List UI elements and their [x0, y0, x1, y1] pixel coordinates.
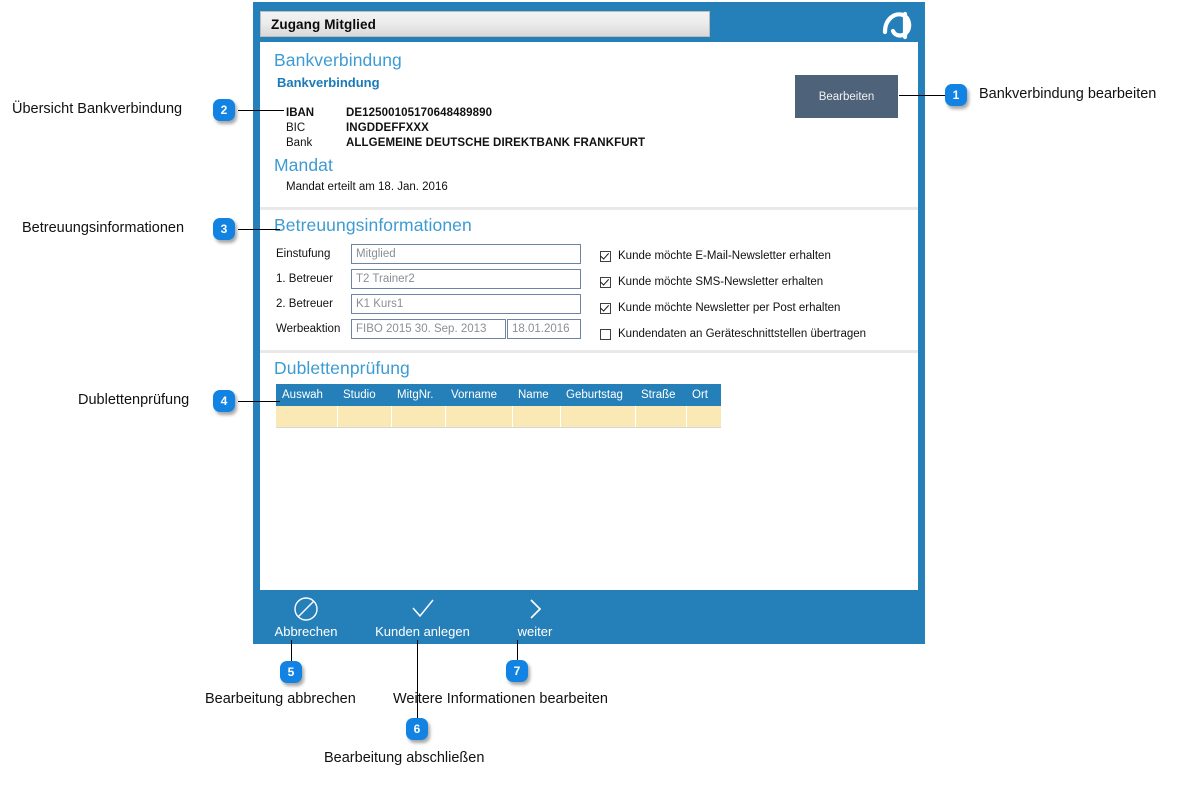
leader-line-2: [238, 110, 284, 111]
checkbox-email-newsletter[interactable]: [600, 250, 611, 262]
table-cell[interactable]: [686, 406, 721, 428]
cancel-button-label: Abbrechen: [274, 624, 338, 639]
check-icon: [360, 594, 485, 624]
form-row-betreuer2: 2. Betreuer: [276, 293, 581, 315]
duplicate-check-panel: Dublettenprüfung Auswah Studio MitgNr. V…: [260, 353, 918, 590]
einstufung-label: Einstufung: [276, 248, 331, 260]
create-customer-button-label: Kunden anlegen: [375, 624, 470, 639]
callout-badge-3: 3: [213, 218, 235, 240]
bank-detail-label: Bank: [286, 137, 313, 149]
callout-label-1: Bankverbindung bearbeiten: [979, 86, 1157, 102]
checkbox-label: Kunde möchte Newsletter per Post erhalte…: [618, 302, 841, 314]
no-entry-icon: [260, 594, 352, 624]
next-button[interactable]: weiter: [505, 594, 565, 640]
content-area: Bankverbindung Bankverbindung IBAN DE125…: [260, 42, 918, 590]
callout-badge-5: 5: [280, 661, 302, 683]
table-cell[interactable]: [337, 406, 392, 428]
checkbox-row-post-newsletter[interactable]: Kunde möchte Newsletter per Post erhalte…: [600, 297, 866, 319]
callout-label-6: Bearbeitung abschließen: [324, 750, 485, 766]
checkbox-device-transfer[interactable]: [600, 328, 611, 340]
page-title: Zugang Mitglied: [271, 16, 376, 32]
werbeaktion-date-input[interactable]: [507, 319, 581, 339]
callout-label-3: Betreuungsinformationen: [22, 220, 185, 236]
care-information-form: Einstufung 1. Betreuer 2. Betreuer Werbe…: [276, 243, 581, 343]
column-header-auswahl[interactable]: Auswah: [276, 384, 337, 406]
window-title-bar: Zugang Mitglied: [260, 11, 710, 37]
column-header-studio[interactable]: Studio: [337, 384, 391, 406]
betreuer2-label: 2. Betreuer: [276, 298, 333, 310]
table-cell[interactable]: [512, 406, 561, 428]
betreuer1-input[interactable]: [351, 269, 581, 289]
leader-line-3: [238, 229, 280, 230]
callout-badge-1: 1: [945, 84, 967, 106]
table-cell[interactable]: [276, 406, 338, 428]
column-header-vorname[interactable]: Vorname: [445, 384, 512, 406]
checkbox-row-email-newsletter[interactable]: Kunde möchte E-Mail-Newsletter erhalten: [600, 245, 866, 267]
form-row-einstufung: Einstufung: [276, 243, 581, 265]
checkbox-label: Kunde möchte SMS-Newsletter erhalten: [618, 276, 824, 288]
einstufung-input[interactable]: [351, 244, 581, 264]
edit-bank-details-button[interactable]: Bearbeiten: [795, 75, 898, 118]
callout-badge-4: 4: [213, 390, 235, 412]
next-button-label: weiter: [517, 624, 553, 639]
bank-detail-list: IBAN DE12500105170648489890 BIC INGDDEFF…: [286, 106, 645, 151]
callout-badge-7: 7: [506, 660, 528, 682]
column-header-mitgnr[interactable]: MitgNr.: [391, 384, 445, 406]
mandate-text: Mandat erteilt am 18. Jan. 2016: [286, 181, 448, 193]
duplicate-results-table: Auswah Studio MitgNr. Vorname Name Gebur…: [276, 384, 721, 428]
table-row[interactable]: [276, 406, 721, 428]
callout-label-7: Weitere Informationen bearbeiten: [393, 691, 608, 707]
table-cell[interactable]: [445, 406, 513, 428]
create-customer-button[interactable]: Kunden anlegen: [360, 594, 485, 640]
callout-badge-2: 2: [213, 99, 235, 121]
checkbox-row-device-transfer[interactable]: Kundendaten an Geräteschnittstellen über…: [600, 323, 866, 345]
betreuer1-label: 1. Betreuer: [276, 273, 333, 285]
checkbox-label: Kunde möchte E-Mail-Newsletter erhalten: [618, 250, 831, 262]
callout-label-5: Bearbeitung abbrechen: [205, 691, 356, 707]
bank-detail-row: IBAN DE12500105170648489890: [286, 106, 645, 121]
checkbox-sms-newsletter[interactable]: [600, 276, 611, 288]
bank-section-subheading: Bankverbindung: [277, 75, 380, 90]
table-cell[interactable]: [635, 406, 687, 428]
table-header-row: Auswah Studio MitgNr. Vorname Name Gebur…: [276, 384, 721, 406]
mandate-heading: Mandat: [274, 155, 333, 175]
werbeaktion-label: Werbeaktion: [276, 323, 341, 335]
bank-section-heading: Bankverbindung: [274, 50, 402, 70]
newsletter-options-group: Kunde möchte E-Mail-Newsletter erhalten …: [600, 245, 866, 349]
cancel-button[interactable]: Abbrechen: [260, 594, 352, 640]
table-cell[interactable]: [560, 406, 636, 428]
werbeaktion-input[interactable]: [351, 319, 506, 339]
agentur-logo-icon: [875, 6, 917, 42]
column-header-strasse[interactable]: Straße: [635, 384, 686, 406]
checkbox-label: Kundendaten an Geräteschnittstellen über…: [618, 328, 867, 340]
bank-detail-row: BIC INGDDEFFXXX: [286, 121, 645, 136]
bank-detail-value: INGDDEFFXXX: [346, 122, 429, 134]
checkbox-row-sms-newsletter[interactable]: Kunde möchte SMS-Newsletter erhalten: [600, 271, 866, 293]
bank-detail-value: ALLGEMEINE DEUTSCHE DIREKTBANK FRANKFURT: [346, 137, 646, 149]
leader-line-1: [899, 95, 947, 96]
leader-line-4: [238, 401, 280, 402]
form-row-werbeaktion: Werbeaktion: [276, 318, 581, 340]
betreuer2-input[interactable]: [351, 294, 581, 314]
bank-detail-row: Bank ALLGEMEINE DEUTSCHE DIREKTBANK FRAN…: [286, 136, 645, 151]
action-toolbar: Abbrechen Kunden anlegen weiter: [260, 592, 918, 642]
table-cell[interactable]: [391, 406, 446, 428]
callout-badge-6: 6: [406, 718, 428, 740]
callout-label-4: Dublettenprüfung: [78, 392, 190, 408]
checkbox-post-newsletter[interactable]: [600, 302, 611, 314]
form-row-betreuer1: 1. Betreuer: [276, 268, 581, 290]
column-header-ort[interactable]: Ort: [686, 384, 721, 406]
care-information-panel: Betreuungsinformationen Einstufung 1. Be…: [260, 210, 918, 350]
application-window: Zugang Mitglied Bankverbindung Bankverbi…: [253, 2, 925, 644]
callout-label-2: Übersicht Bankverbindung: [12, 101, 183, 117]
bank-detail-label: BIC: [286, 122, 306, 134]
column-header-name[interactable]: Name: [512, 384, 560, 406]
bank-details-panel: Bankverbindung Bankverbindung IBAN DE125…: [260, 42, 918, 207]
bank-detail-label: IBAN: [286, 107, 315, 119]
chevron-right-icon: [505, 594, 565, 624]
duplicate-section-heading: Dublettenprüfung: [274, 358, 410, 378]
column-header-geburtstag[interactable]: Geburtstag: [560, 384, 635, 406]
care-section-heading: Betreuungsinformationen: [274, 215, 472, 235]
bank-detail-value: DE12500105170648489890: [346, 107, 493, 119]
